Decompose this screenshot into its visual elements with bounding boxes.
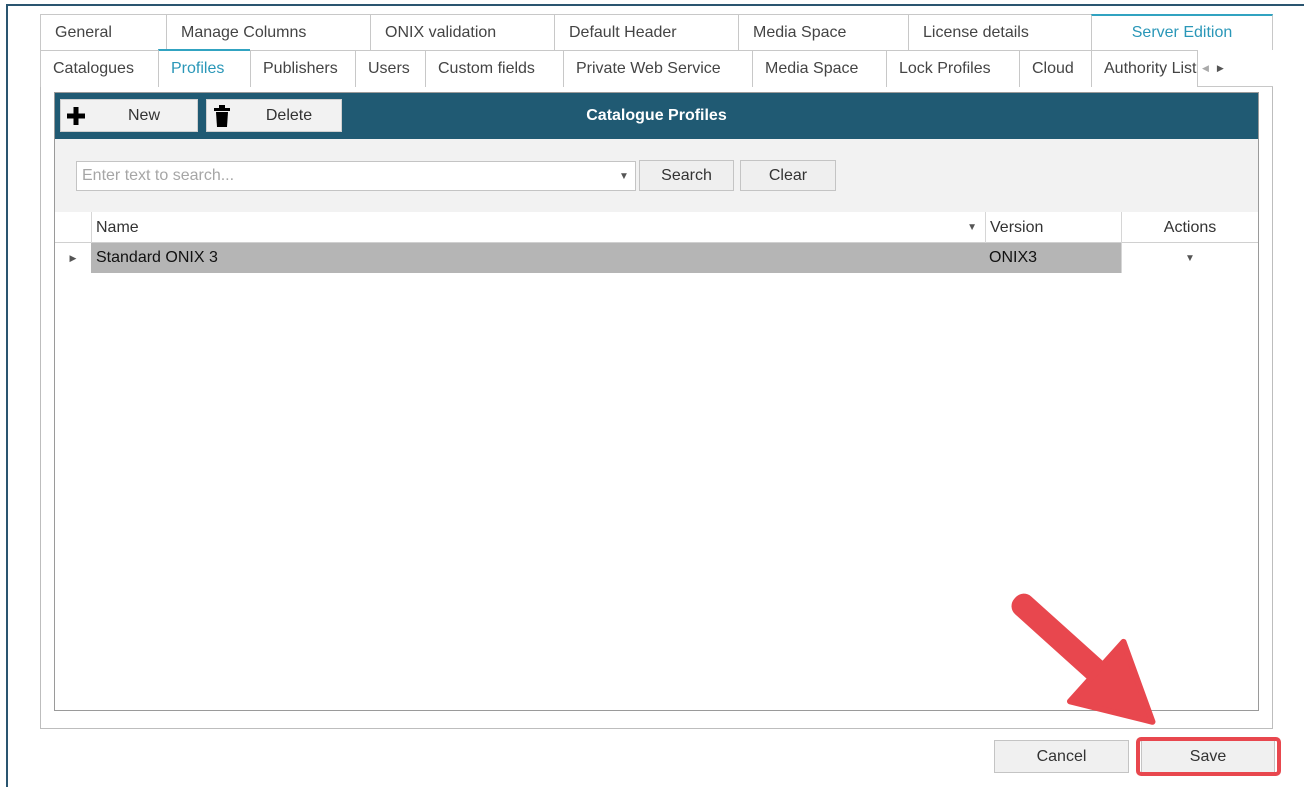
table-row[interactable]: ▶ Standard ONIX 3 ONIX3 ▼	[55, 243, 1258, 273]
server-edition-tab-strip: Catalogues Profiles Publishers Users Cus…	[40, 49, 1273, 87]
column-header-name[interactable]: Name ▼	[91, 212, 985, 243]
new-button-label: New	[127, 106, 160, 124]
clear-button[interactable]: Clear	[740, 160, 836, 191]
tab-media-space[interactable]: Media Space	[738, 14, 908, 50]
panel-toolbar: Catalogue Profiles New Delete	[55, 93, 1258, 139]
tab-private-web-service[interactable]: Private Web Service	[563, 50, 752, 87]
scroll-right-icon[interactable]: ▶	[1217, 63, 1224, 74]
row-actions-dropdown[interactable]: ▼	[1121, 243, 1258, 273]
column-header-name-label: Name	[96, 218, 139, 236]
tab-cloud[interactable]: Cloud	[1019, 50, 1091, 87]
tab-custom-fields[interactable]: Custom fields	[425, 50, 563, 87]
column-header-version[interactable]: Version	[985, 212, 1121, 243]
row-version-cell: ONIX3	[985, 243, 1121, 273]
new-button[interactable]: New	[60, 99, 198, 132]
tab-publishers[interactable]: Publishers	[250, 50, 355, 87]
scroll-left-icon[interactable]: ◀	[1202, 63, 1209, 74]
grid-header: Name ▼ Version Actions	[55, 212, 1258, 243]
window-frame-top	[6, 4, 1304, 6]
plus-icon	[61, 106, 91, 126]
tab-scroll-controls: ◀ ▶	[1197, 50, 1228, 87]
chevron-down-icon[interactable]: ▼	[613, 171, 635, 182]
column-header-actions: Actions	[1121, 212, 1258, 243]
row-name-cell: Standard ONIX 3	[91, 243, 985, 273]
tab-default-header[interactable]: Default Header	[554, 14, 738, 50]
annotation-arrow-icon	[1011, 593, 1156, 725]
expand-row-icon[interactable]: ▶	[55, 243, 91, 273]
search-combobox[interactable]: ▼	[76, 161, 636, 191]
search-bar: ▼ Search Clear	[55, 139, 1258, 212]
settings-tab-strip: General Manage Columns ONIX validation D…	[40, 14, 1273, 50]
tab-media-space-inner[interactable]: Media Space	[752, 50, 886, 87]
tab-users[interactable]: Users	[355, 50, 425, 87]
tab-profiles[interactable]: Profiles	[158, 49, 250, 87]
tab-onix-validation[interactable]: ONIX validation	[370, 14, 554, 50]
delete-button[interactable]: Delete	[206, 99, 342, 132]
search-input[interactable]	[77, 163, 613, 189]
tab-lock-profiles[interactable]: Lock Profiles	[886, 50, 1019, 87]
delete-button-label: Delete	[265, 106, 313, 124]
tab-authority-lists[interactable]: Authority Lists	[1091, 50, 1197, 87]
tab-manage-columns[interactable]: Manage Columns	[166, 14, 370, 50]
tab-license-details[interactable]: License details	[908, 14, 1091, 50]
sort-down-icon[interactable]: ▼	[967, 222, 977, 233]
tab-general[interactable]: General	[40, 14, 166, 50]
tab-catalogues[interactable]: Catalogues	[40, 50, 158, 87]
search-button[interactable]: Search	[639, 160, 734, 191]
window-frame-left	[6, 4, 8, 787]
trash-icon	[207, 104, 237, 127]
tab-server-edition[interactable]: Server Edition	[1091, 14, 1273, 50]
